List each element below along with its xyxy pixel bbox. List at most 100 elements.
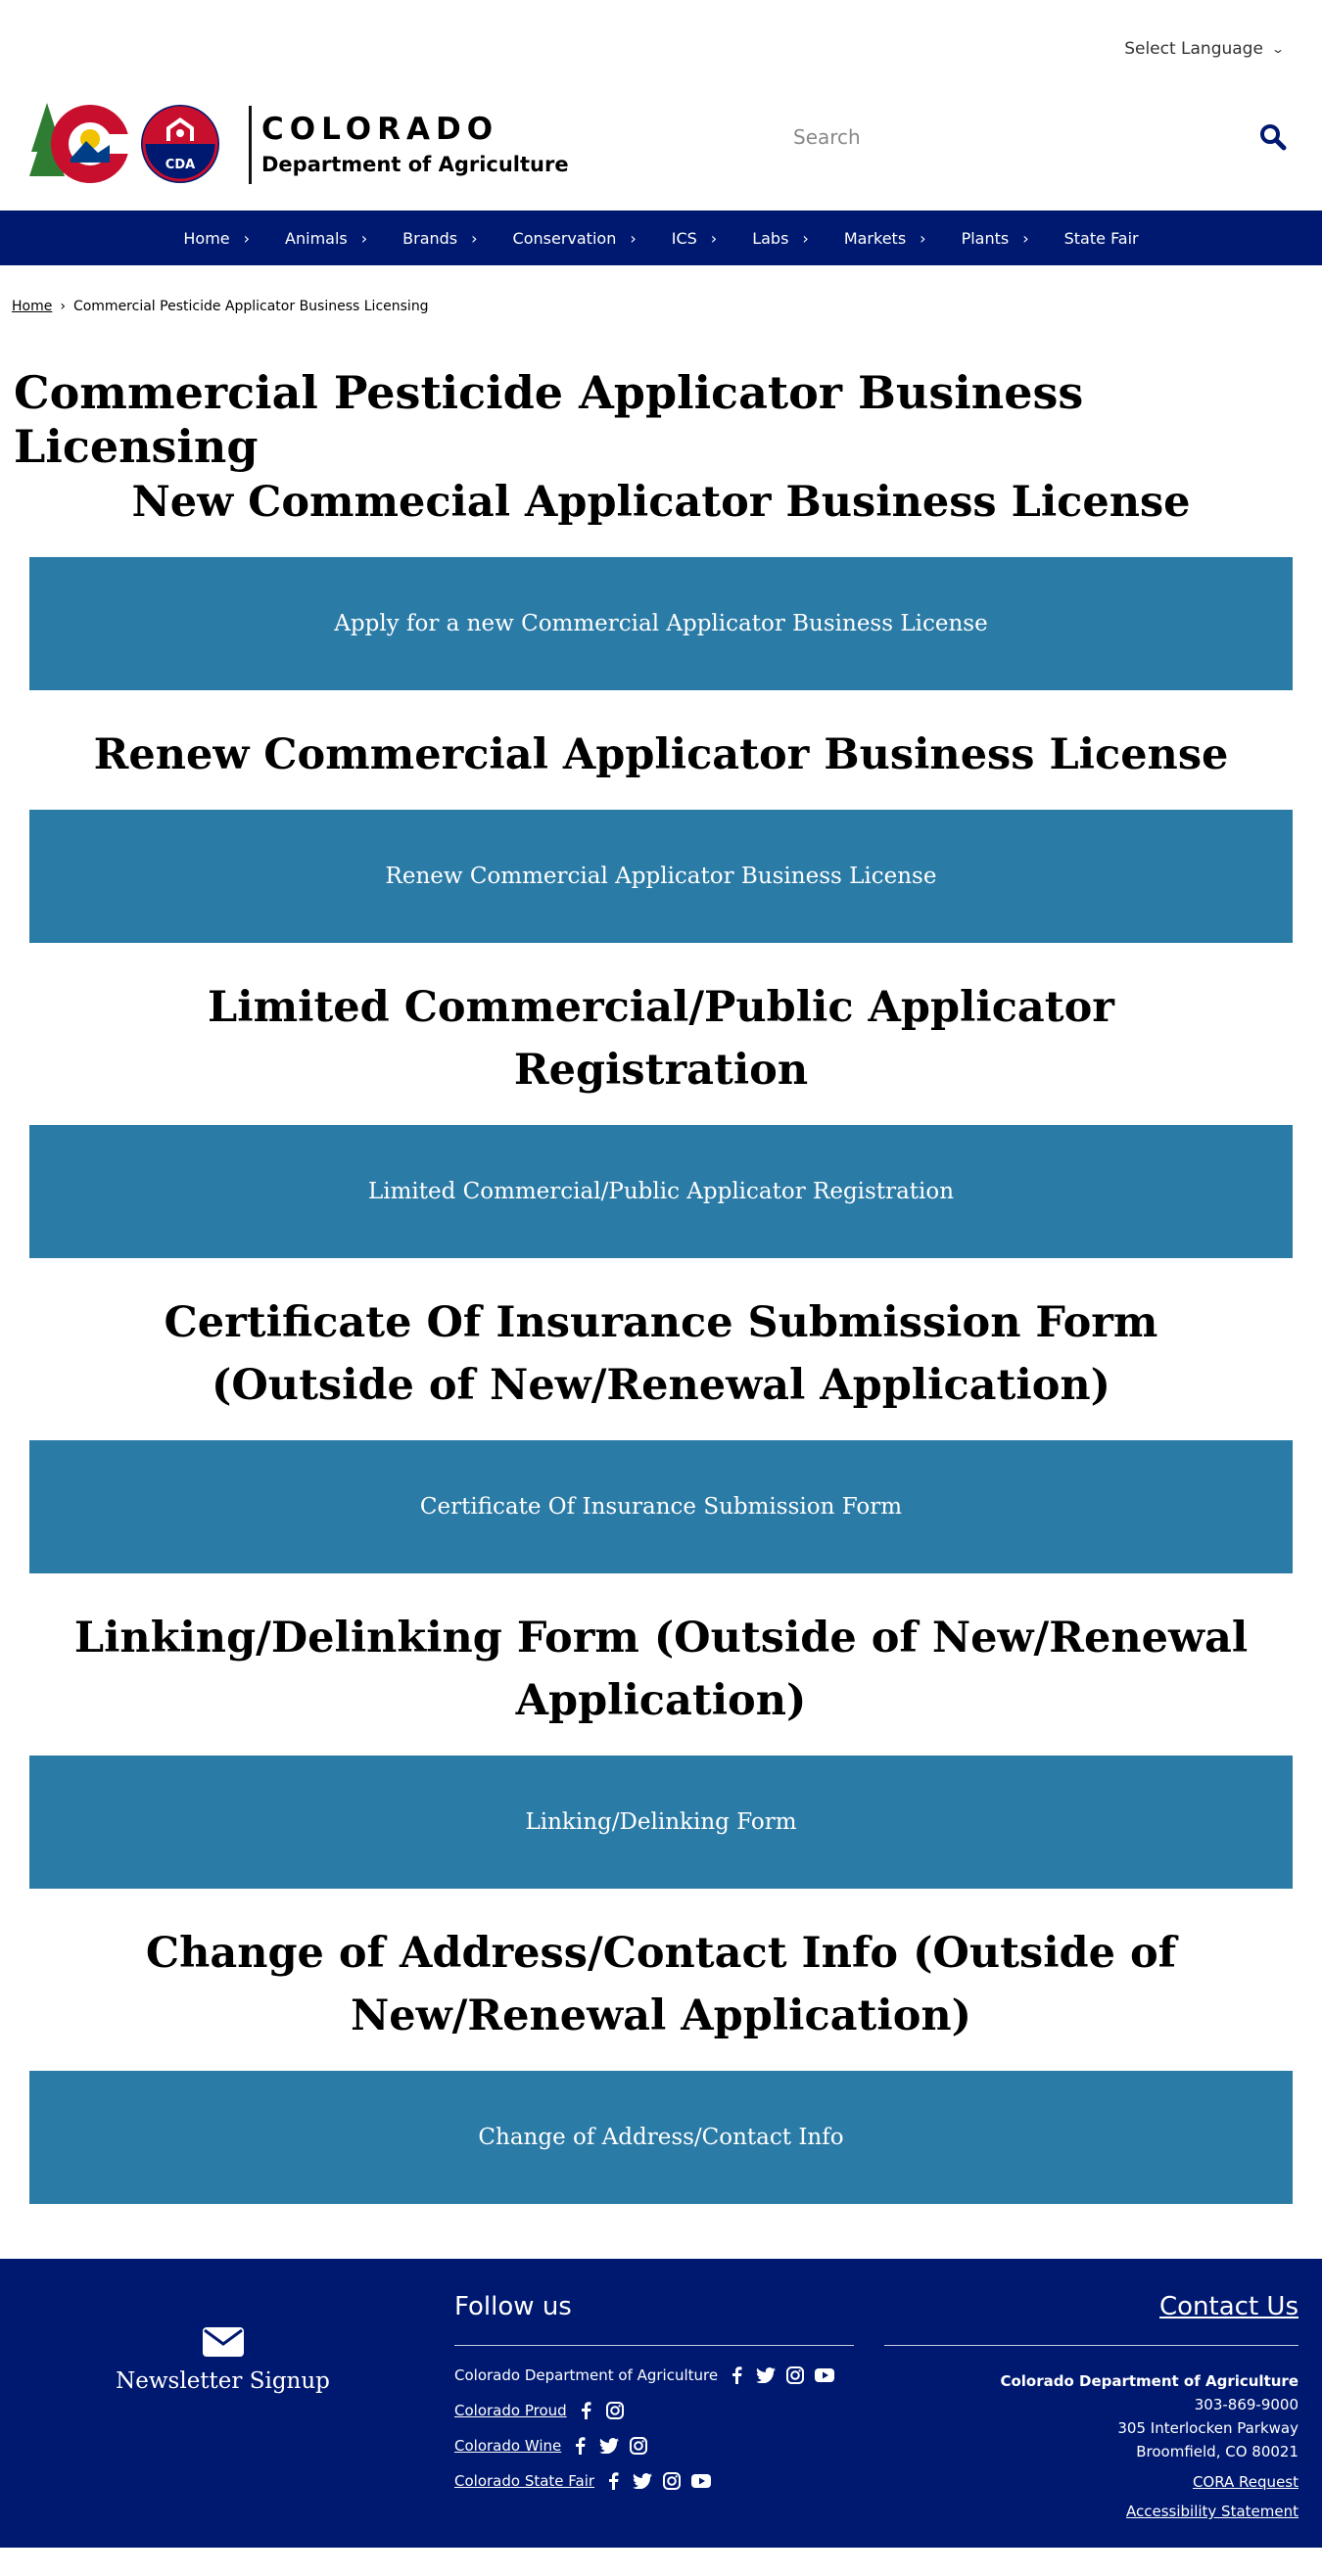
follow-us: Follow us Colorado Department of Agricul… (454, 2292, 854, 2499)
chevron-right-icon: › (710, 228, 718, 248)
breadcrumb: Home › Commercial Pesticide Applicator B… (0, 265, 1322, 319)
main-nav: Home › Animals › Brands › Conservation › ICS… (0, 211, 1322, 265)
contact-city: Broomfield, CO 80021 (1136, 2443, 1298, 2460)
facebook-icon[interactable] (602, 2470, 624, 2492)
contact-us-link[interactable]: Contact Us (1159, 2292, 1298, 2321)
logo-text: COLORADO Department of Agriculture (261, 113, 569, 175)
facebook-icon[interactable] (569, 2435, 590, 2457)
facebook-icon[interactable] (575, 2400, 596, 2421)
twitter-icon[interactable] (598, 2435, 620, 2457)
nav-item-label: Animals (285, 228, 348, 248)
follow-row-colorado-proud: Colorado Proud (454, 2393, 854, 2428)
section-change-address: Change of Address/Contact Info (Outside … (0, 1922, 1322, 2204)
contact-title: Contact Us (884, 2292, 1298, 2346)
site-header: CDA COLORADO Department of Agriculture (0, 88, 1322, 211)
nav-item-label: Plants (961, 228, 1010, 248)
nav-item-label: Brands (402, 228, 458, 248)
section-linking-form: Linking/Delinking Form (Outside of New/R… (0, 1607, 1322, 1889)
section-heading: Change of Address/Contact Info (Outside … (145, 1929, 1177, 2040)
chevron-right-icon: › (920, 228, 926, 248)
nav-item-markets[interactable]: Markets › (826, 211, 944, 265)
follow-row-cda: Colorado Department of Agriculture (454, 2358, 854, 2393)
follow-row-colorado-wine: Colorado Wine (454, 2428, 854, 2463)
contact-street: 305 Interlocken Parkway (1117, 2419, 1298, 2437)
logo-badge-text: CDA (165, 158, 195, 172)
nav-item-state-fair[interactable]: State Fair (1047, 211, 1157, 265)
newsletter-label: Newsletter Signup (116, 2368, 330, 2394)
site-logo[interactable]: CDA COLORADO Department of Agriculture (29, 98, 569, 191)
instagram-icon[interactable] (604, 2400, 626, 2421)
nav-item-home[interactable]: Home › (165, 211, 267, 265)
language-bar: Select Language ⌄ (0, 0, 1322, 88)
site-footer: Newsletter Signup Follow us Colorado Dep… (0, 2259, 1322, 2548)
nav-item-label: Conservation (512, 228, 617, 248)
renew-license-button[interactable]: Renew Commercial Applicator Business Lic… (29, 810, 1293, 943)
logo-title: COLORADO (261, 112, 499, 148)
contact-org: Colorado Department of Agriculture (1000, 2372, 1298, 2390)
change-address-button[interactable]: Change of Address/Contact Info (29, 2071, 1293, 2204)
chevron-right-icon: › (243, 228, 251, 248)
colorado-proud-link[interactable]: Colorado Proud (454, 2402, 567, 2419)
instagram-icon[interactable] (661, 2470, 683, 2492)
nav-item-label: Labs (752, 228, 789, 248)
page-title: Commercial Pesticide Applicator Business… (14, 366, 1084, 474)
section-heading: New Commecial Applicator Business Licens… (131, 478, 1191, 527)
section-heading: Certificate Of Insurance Submission Form… (164, 1298, 1158, 1410)
breadcrumb-current: Commercial Pesticide Applicator Business… (72, 298, 429, 314)
search-icon (1260, 124, 1287, 151)
language-select-label: Select Language (1124, 39, 1263, 59)
linking-form-button[interactable]: Linking/Delinking Form (29, 1756, 1293, 1889)
twitter-icon[interactable] (755, 2365, 777, 2386)
nav-item-animals[interactable]: Animals › (267, 211, 385, 265)
language-select[interactable]: Select Language ⌄ (1124, 39, 1286, 59)
search-bar (783, 116, 1293, 159)
logo-divider (249, 105, 252, 184)
section-renew-license: Renew Commercial Applicator Business Lic… (0, 724, 1322, 943)
section-insurance-form: Certificate Of Insurance Submission Form… (0, 1291, 1322, 1573)
section-heading: Linking/Delinking Form (Outside of New/R… (73, 1614, 1249, 1725)
breadcrumb-home-link[interactable]: Home (12, 299, 52, 314)
nav-item-conservation[interactable]: Conservation › (496, 211, 654, 265)
accessibility-statement-link[interactable]: Accessibility Statement (884, 2503, 1298, 2520)
nav-item-label: Home (183, 228, 230, 248)
chevron-right-icon: › (802, 228, 809, 248)
contact-phone: 303-869-9000 (1194, 2396, 1298, 2413)
limited-registration-button[interactable]: Limited Commercial/Public Applicator Reg… (29, 1125, 1293, 1258)
insurance-form-button[interactable]: Certificate Of Insurance Submission Form (29, 1440, 1293, 1573)
chevron-right-icon: › (630, 228, 637, 248)
twitter-icon[interactable] (632, 2470, 653, 2492)
nav-item-ics[interactable]: ICS › (654, 211, 734, 265)
newsletter-signup[interactable]: Newsletter Signup (0, 2327, 446, 2394)
nav-item-label: ICS (671, 228, 697, 248)
contact-address: Colorado Department of Agriculture 303-8… (884, 2369, 1298, 2463)
facebook-icon[interactable] (726, 2365, 747, 2386)
instagram-icon[interactable] (784, 2365, 806, 2386)
search-button[interactable] (1253, 117, 1293, 157)
nav-item-label: State Fair (1063, 228, 1139, 248)
follow-title: Follow us (454, 2292, 854, 2346)
section-limited-registration: Limited Commercial/Public Applicator Reg… (0, 976, 1322, 1258)
breadcrumb-separator-icon: › (60, 298, 66, 314)
chevron-right-icon: › (360, 228, 368, 248)
colorado-wine-link[interactable]: Colorado Wine (454, 2437, 561, 2455)
colorado-state-fair-link[interactable]: Colorado State Fair (454, 2472, 594, 2490)
nav-item-plants[interactable]: Plants › (944, 211, 1047, 265)
nav-item-brands[interactable]: Brands › (385, 211, 495, 265)
instagram-icon[interactable] (628, 2435, 649, 2457)
search-input[interactable] (783, 125, 1253, 149)
chevron-right-icon: › (471, 228, 478, 248)
envelope-icon (202, 2327, 244, 2357)
cora-request-link[interactable]: CORA Request (884, 2473, 1298, 2491)
logo-subtitle: Department of Agriculture (261, 152, 569, 176)
apply-new-license-button[interactable]: Apply for a new Commercial Applicator Bu… (29, 557, 1293, 690)
youtube-icon[interactable] (814, 2365, 835, 2386)
chevron-right-icon: › (1022, 228, 1029, 248)
section-new-license: New Commecial Applicator Business Licens… (0, 471, 1322, 690)
nav-item-labs[interactable]: Labs › (734, 211, 826, 265)
youtube-icon[interactable] (690, 2470, 712, 2492)
colorado-cda-logo-icon: CDA (29, 103, 219, 183)
chevron-down-icon: ⌄ (1270, 42, 1286, 56)
follow-row-state-fair: Colorado State Fair (454, 2463, 854, 2499)
follow-row-label: Colorado Department of Agriculture (454, 2366, 719, 2384)
section-heading: Limited Commercial/Public Applicator Reg… (208, 983, 1114, 1095)
